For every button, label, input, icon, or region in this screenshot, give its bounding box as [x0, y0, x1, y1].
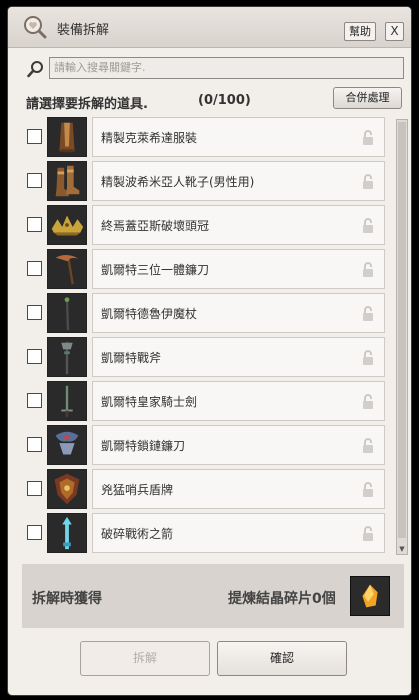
- result-value: 提煉結晶碎片0個: [228, 591, 336, 607]
- search-input[interactable]: 請輸入搜尋關鍵字.: [49, 57, 404, 79]
- item-box: 破碎戰術之箭: [92, 513, 385, 553]
- list-item[interactable]: 凱爾特三位一體鐮刀: [19, 248, 389, 290]
- merge-button[interactable]: 合併處理: [333, 87, 402, 109]
- window-title: 裝備拆解: [57, 23, 110, 38]
- lock-icon[interactable]: [361, 481, 375, 498]
- list-item[interactable]: 精製波希米亞人靴子(男性用): [19, 160, 389, 202]
- item-box: 凱爾特德魯伊魔杖: [92, 293, 385, 333]
- close-button[interactable]: X: [385, 22, 404, 41]
- crown-icon: [47, 205, 87, 245]
- item-name: 精製克萊希達服裝: [101, 131, 198, 145]
- lock-icon[interactable]: [361, 129, 375, 146]
- lock-icon[interactable]: [361, 525, 375, 542]
- item-checkbox[interactable]: [27, 525, 42, 540]
- list-item[interactable]: 精製克萊希達服裝: [19, 116, 389, 158]
- item-box: 精製克萊希達服裝: [92, 117, 385, 157]
- disassemble-button[interactable]: 拆解: [80, 641, 210, 676]
- selection-prompt: 請選擇要拆解的道具.: [26, 97, 148, 112]
- list-item[interactable]: 破碎戰術之箭: [19, 512, 389, 554]
- item-name: 終焉蓋亞斯破壞頭冠: [101, 219, 210, 233]
- item-name: 凱爾特鎖鏈鐮刀: [101, 439, 186, 453]
- scythe-icon: [47, 249, 87, 289]
- list-item[interactable]: 凱爾特皇家騎士劍: [19, 380, 389, 422]
- item-checkbox[interactable]: [27, 437, 42, 452]
- item-box: 凱爾特三位一體鐮刀: [92, 249, 385, 289]
- item-checkbox[interactable]: [27, 481, 42, 496]
- item-checkbox[interactable]: [27, 129, 42, 144]
- item-box: 兇猛哨兵盾牌: [92, 469, 385, 509]
- item-name: 精製波希米亞人靴子(男性用): [101, 175, 255, 189]
- lock-icon[interactable]: [361, 349, 375, 366]
- item-checkbox[interactable]: [27, 261, 42, 276]
- magnifier-heart-icon: [24, 16, 47, 39]
- arrow-icon: [47, 513, 87, 553]
- item-name: 破碎戰術之箭: [101, 527, 174, 541]
- search-bar: 請輸入搜尋關鍵字.: [25, 56, 404, 82]
- item-checkbox[interactable]: [27, 349, 42, 364]
- result-panel: 拆解時獲得 提煉結晶碎片0個: [22, 564, 404, 628]
- lock-icon[interactable]: [361, 217, 375, 234]
- item-name: 兇猛哨兵盾牌: [101, 483, 174, 497]
- lock-icon[interactable]: [361, 261, 375, 278]
- list-item[interactable]: 凱爾特戰斧: [19, 336, 389, 378]
- item-list: 精製克萊希達服裝 精製波希米亞人靴子(男性用) 終焉蓋亞斯破壞頭冠 凱爾特三位一…: [19, 113, 408, 556]
- help-button[interactable]: 幫助: [344, 22, 376, 41]
- item-checkbox[interactable]: [27, 305, 42, 320]
- list-item[interactable]: 凱爾特鎖鏈鐮刀: [19, 424, 389, 466]
- item-box: 凱爾特皇家騎士劍: [92, 381, 385, 421]
- item-box: 凱爾特戰斧: [92, 337, 385, 377]
- lock-icon[interactable]: [361, 393, 375, 410]
- crystal-shard-icon: [350, 576, 390, 616]
- item-checkbox[interactable]: [27, 173, 42, 188]
- chain-scythe-icon: [47, 425, 87, 465]
- sword-icon: [47, 381, 87, 421]
- result-label: 拆解時獲得: [32, 591, 102, 607]
- list-item[interactable]: 凱爾特德魯伊魔杖: [19, 292, 389, 334]
- robe-icon: [47, 117, 87, 157]
- staff-icon: [47, 293, 87, 333]
- item-name: 凱爾特皇家騎士劍: [101, 395, 198, 409]
- item-box: 終焉蓋亞斯破壞頭冠: [92, 205, 385, 245]
- item-box: 凱爾特鎖鏈鐮刀: [92, 425, 385, 465]
- lock-icon[interactable]: [361, 173, 375, 190]
- title-bar[interactable]: 裝備拆解 幫助 X: [8, 7, 411, 48]
- disassemble-window: 裝備拆解 幫助 X 請輸入搜尋關鍵字. 請選擇要拆解的道具. (0/100) 合…: [8, 7, 411, 695]
- item-name: 凱爾特三位一體鐮刀: [101, 263, 210, 277]
- scrollbar[interactable]: ▼: [396, 119, 408, 555]
- lock-icon[interactable]: [361, 437, 375, 454]
- selection-count: (0/100): [198, 93, 251, 108]
- list-item[interactable]: 兇猛哨兵盾牌: [19, 468, 389, 510]
- item-checkbox[interactable]: [27, 393, 42, 408]
- scroll-thumb[interactable]: [398, 122, 406, 538]
- list-item[interactable]: 終焉蓋亞斯破壞頭冠: [19, 204, 389, 246]
- scroll-down-icon[interactable]: ▼: [397, 544, 407, 554]
- confirm-button[interactable]: 確認: [217, 641, 347, 676]
- shield-icon: [47, 469, 87, 509]
- item-box: 精製波希米亞人靴子(男性用): [92, 161, 385, 201]
- axe-icon: [47, 337, 87, 377]
- item-checkbox[interactable]: [27, 217, 42, 232]
- item-name: 凱爾特戰斧: [101, 351, 162, 365]
- search-icon: [27, 61, 43, 78]
- item-name: 凱爾特德魯伊魔杖: [101, 307, 198, 321]
- boots-icon: [47, 161, 87, 201]
- lock-icon[interactable]: [361, 305, 375, 322]
